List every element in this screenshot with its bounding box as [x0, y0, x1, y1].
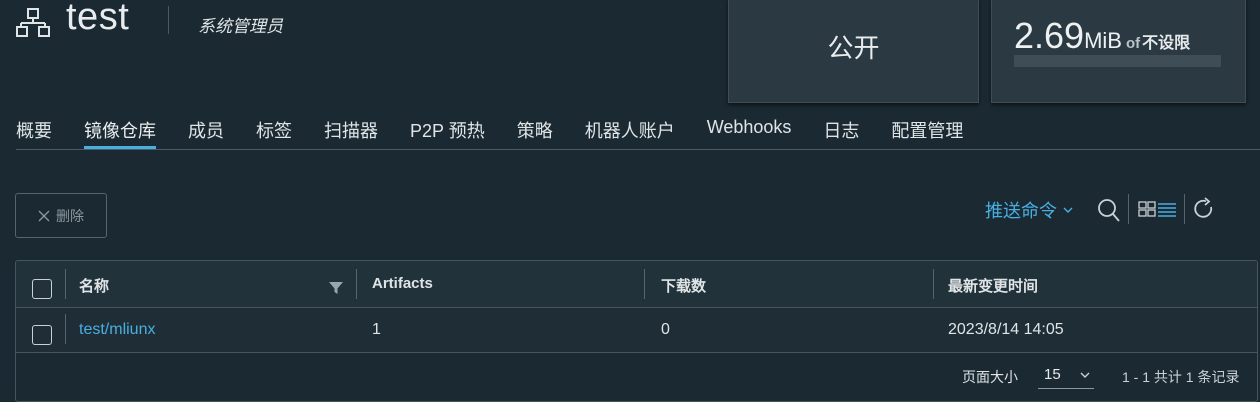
column-divider [933, 269, 934, 299]
pagination-info: 1 - 1 共计 1 条记录 [1122, 369, 1240, 385]
column-header-name: 名称 [79, 278, 110, 295]
repository-name-link[interactable]: test/mliunx [79, 321, 155, 339]
page-size-label: 页面大小 [962, 369, 1018, 385]
column-divider [356, 269, 357, 299]
chevron-down-icon [1063, 207, 1073, 213]
tab-1[interactable]: 镜像仓库 [84, 117, 156, 149]
table-header: 名称 Artifacts 下载数 最新变更时间 [16, 261, 1257, 308]
quota-number: 2.69 [1014, 15, 1085, 56]
column-header-updated: 最新变更时间 [948, 278, 1039, 295]
column-divider [644, 269, 645, 299]
tab-0[interactable]: 概要 [16, 117, 52, 149]
column-header-artifacts: Artifacts [372, 275, 433, 292]
search-icon[interactable] [1097, 197, 1121, 223]
tab-4[interactable]: 扫描器 [324, 117, 378, 149]
refresh-icon[interactable] [1193, 197, 1215, 221]
column-divider [65, 269, 66, 299]
tab-6[interactable]: 策略 [517, 117, 553, 149]
quota-of: of [1125, 35, 1141, 52]
tab-7[interactable]: 机器人账户 [585, 117, 675, 149]
access-level-card: 公开 [728, 0, 979, 103]
tab-3[interactable]: 标签 [256, 117, 292, 149]
page-size-value: 15 [1044, 366, 1061, 383]
quota-unit: MiB [1084, 28, 1122, 53]
push-command-dropdown[interactable]: 推送命令 [985, 197, 1073, 223]
artifacts-count: 1 [372, 321, 381, 338]
close-icon [38, 210, 50, 221]
select-all-checkbox[interactable] [32, 279, 52, 299]
tab-9[interactable]: 日志 [823, 117, 859, 149]
column-header-downloads: 下载数 [661, 278, 707, 295]
quota-progress-bar [1014, 55, 1221, 67]
push-command-label: 推送命令 [985, 201, 1057, 221]
chevron-down-icon [1080, 372, 1090, 378]
list-view-icon[interactable] [1158, 201, 1176, 217]
tab-2[interactable]: 成员 [188, 117, 224, 149]
project-icon [16, 8, 50, 37]
project-title: test [66, 0, 130, 38]
tabs-divider [16, 149, 1260, 150]
updated-time: 2023/8/14 14:05 [948, 321, 1064, 338]
user-role: 系统管理员 [198, 17, 283, 36]
row-divider [65, 314, 66, 344]
quota-value: 2.69MiB of 不设限 [1014, 15, 1190, 57]
access-level-label: 公开 [827, 33, 880, 63]
download-count: 0 [661, 321, 670, 338]
table-row[interactable]: test/mliunx 1 0 2023/8/14 14:05 [16, 308, 1257, 353]
table-footer: 页面大小 15 1 - 1 共计 1 条记录 [16, 353, 1257, 401]
tab-8[interactable]: Webhooks [707, 117, 792, 149]
page-size-select[interactable]: 15 [1038, 361, 1094, 389]
grid-view-icon[interactable] [1138, 201, 1156, 217]
tab-10[interactable]: 配置管理 [891, 117, 963, 149]
repositories-table: 名称 Artifacts 下载数 最新变更时间 test/mliunx 1 0 … [15, 260, 1258, 402]
delete-button[interactable]: 删除 [15, 193, 107, 238]
toolbar-divider [1128, 194, 1129, 224]
tab-5[interactable]: P2P 预热 [410, 117, 485, 149]
toolbar-divider [1184, 194, 1185, 224]
filter-icon[interactable] [329, 281, 343, 295]
header-divider [168, 6, 169, 34]
quota-card: 2.69MiB of 不设限 [991, 0, 1246, 103]
row-checkbox[interactable] [32, 325, 52, 345]
delete-label: 删除 [56, 207, 84, 224]
quota-limit: 不设限 [1142, 35, 1191, 52]
project-tabs: 概要 镜像仓库 成员 标签 扫描器 P2P 预热 策略 机器人账户 Webhooks 日志 配置管理 [16, 117, 995, 149]
